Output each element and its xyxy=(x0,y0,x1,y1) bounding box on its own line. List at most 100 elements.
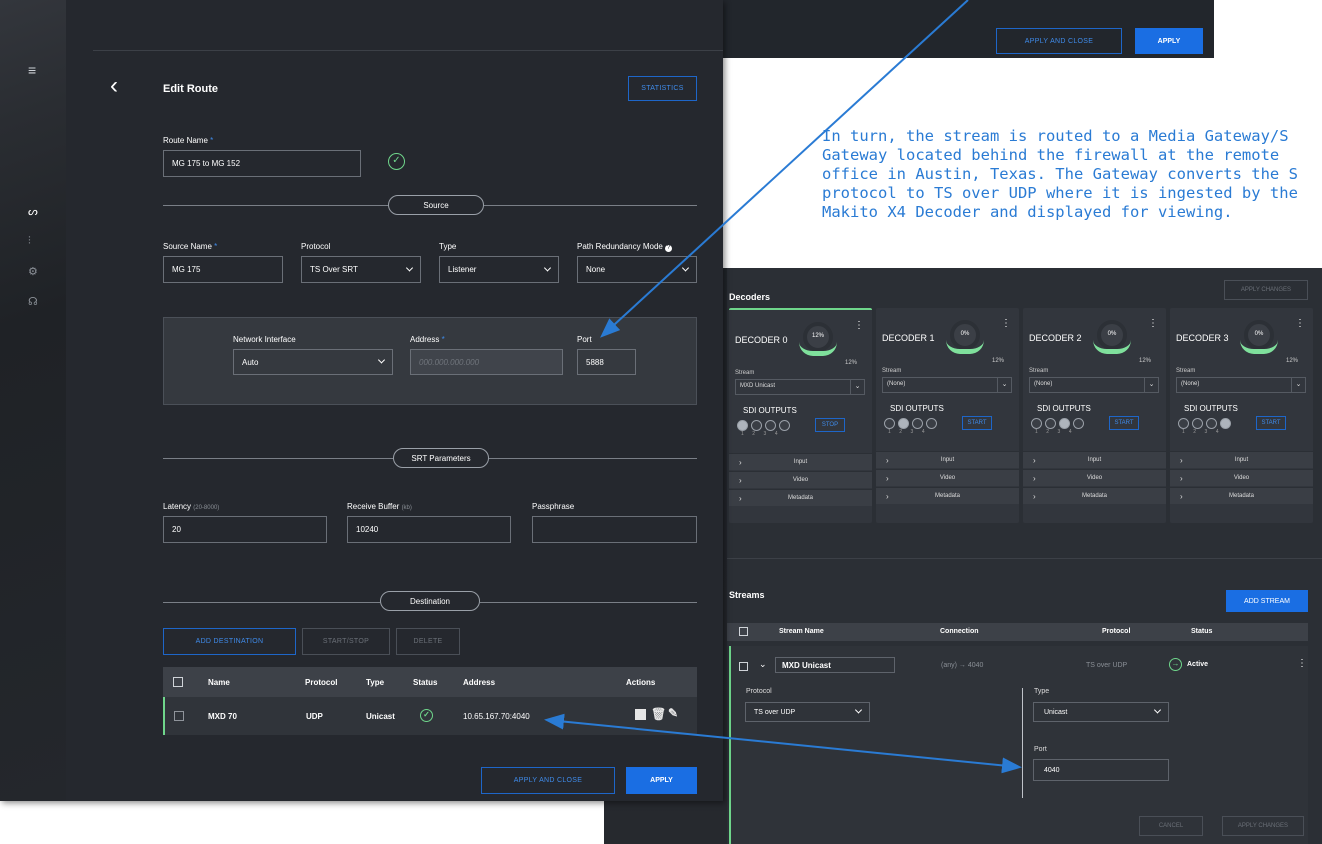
add-stream-button[interactable]: ADD STREAM xyxy=(1226,590,1308,612)
start-stop-button[interactable]: START xyxy=(962,416,992,430)
decoder-name: DECODER 1 xyxy=(882,333,935,343)
start-stop-button[interactable]: START xyxy=(1256,416,1286,430)
back-icon[interactable]: ‹ xyxy=(110,72,118,100)
start-stop-button[interactable]: START xyxy=(1109,416,1139,430)
stream-select[interactable]: (None) ⌄ xyxy=(1176,377,1306,393)
stop-icon[interactable] xyxy=(635,709,646,720)
accordion-item[interactable]: › Metadata xyxy=(876,487,1019,504)
accordion-item[interactable]: › Input xyxy=(1023,451,1166,468)
destination-pill: Destination xyxy=(380,591,480,611)
sdi-output-dot[interactable] xyxy=(1031,418,1042,429)
sdi-output-dot[interactable] xyxy=(779,420,790,431)
sdi-output-dot[interactable] xyxy=(912,418,923,429)
source-name-field[interactable]: MG 175 xyxy=(163,256,283,283)
start-stop-button[interactable]: STOP xyxy=(815,418,845,432)
decoder-card: ⋮ DECODER 0 12% 12% Stream MXD Unicast ⌄ SDI OU… xyxy=(729,308,872,523)
accordion-item[interactable]: › Video xyxy=(1023,469,1166,486)
sdi-output-dot[interactable] xyxy=(1073,418,1084,429)
type-select-value: Listener xyxy=(448,265,477,274)
collapse-chevron-icon[interactable]: ⌄ xyxy=(759,659,767,670)
accordion-item[interactable]: › Video xyxy=(1170,469,1313,486)
sdi-output-dot[interactable] xyxy=(765,420,776,431)
apply-and-close-button[interactable]: APPLY AND CLOSE xyxy=(996,28,1122,54)
stream-label: Stream xyxy=(735,370,755,376)
cancel-button[interactable]: CANCEL xyxy=(1139,816,1203,836)
stream-name-field[interactable]: MXD Unicast xyxy=(775,657,895,673)
sdi-output-dot[interactable] xyxy=(884,418,895,429)
receive-buffer-field[interactable]: 10240 xyxy=(347,516,511,543)
accordion-label: Video xyxy=(792,477,809,483)
apply-button[interactable]: APPLY xyxy=(626,767,697,794)
sdi-output-dot[interactable] xyxy=(1178,418,1189,429)
sdi-output-dot[interactable] xyxy=(898,418,909,429)
row-checkbox[interactable] xyxy=(739,662,748,671)
accordion-item[interactable]: › Metadata xyxy=(729,489,872,506)
type-select[interactable]: Unicast xyxy=(1033,702,1169,722)
support-icon[interactable]: ☊ xyxy=(28,295,38,308)
table-row[interactable]: MXD 70 UDP Unicast ✓ 10.65.167.70:4040 🗑… xyxy=(163,697,697,735)
protocol-select[interactable]: TS Over SRT xyxy=(301,256,421,283)
stream-select[interactable]: MXD Unicast ⌄ xyxy=(735,379,865,395)
chevron-down-icon xyxy=(1153,706,1162,714)
network-interface-select[interactable]: Auto xyxy=(233,349,393,375)
sdi-output-dot[interactable] xyxy=(1220,418,1231,429)
usage-percent: 0% xyxy=(1107,331,1117,337)
route-name-field[interactable]: MG 175 to MG 152 xyxy=(163,150,361,177)
accordion-item[interactable]: › Input xyxy=(1170,451,1313,468)
add-destination-button[interactable]: ADD DESTINATION xyxy=(163,628,296,655)
sliders-icon[interactable]: ⫶ xyxy=(28,235,31,248)
sdi-output-dot[interactable] xyxy=(737,420,748,431)
latency-field[interactable]: 20 xyxy=(163,516,327,543)
menu-icon[interactable]: ≡ xyxy=(28,62,36,78)
apply-changes-button[interactable]: APPLY CHANGES xyxy=(1222,816,1304,836)
address-field[interactable]: 000.000.000.000 xyxy=(410,349,563,375)
explanation-line: In turn, the stream is routed to a Media… xyxy=(822,127,1289,145)
usage-percent-secondary: 12% xyxy=(1286,358,1299,364)
statistics-button[interactable]: STATISTICS xyxy=(628,76,697,101)
start-stop-button[interactable]: START/STOP xyxy=(302,628,390,655)
more-icon[interactable]: ⋮ xyxy=(1148,318,1158,329)
apply-and-close-button[interactable]: APPLY AND CLOSE xyxy=(481,767,615,794)
sdi-output-dot[interactable] xyxy=(926,418,937,429)
latency-label: Latency (20-8000) xyxy=(163,502,219,511)
accordion-item[interactable]: › Metadata xyxy=(1023,487,1166,504)
decoders-title: Decoders xyxy=(729,292,771,302)
stream-select[interactable]: (None) ⌄ xyxy=(1029,377,1159,393)
sdi-output-dot[interactable] xyxy=(1045,418,1056,429)
port-field[interactable]: 4040 xyxy=(1033,759,1169,781)
apply-button[interactable]: APPLY xyxy=(1135,28,1203,54)
more-icon[interactable]: ⋮ xyxy=(854,320,864,331)
stream-select[interactable]: (None) ⌄ xyxy=(882,377,1012,393)
stream-connection: (any) → 4040 xyxy=(941,662,984,669)
sdi-output-dot[interactable] xyxy=(1059,418,1070,429)
sdi-output-dot[interactable] xyxy=(1206,418,1217,429)
gear-icon[interactable]: ⚙ xyxy=(28,265,38,278)
accordion-item[interactable]: › Input xyxy=(876,451,1019,468)
port-field[interactable]: 5888 xyxy=(577,349,636,375)
path-redundancy-select[interactable]: None xyxy=(577,256,697,283)
accordion-label: Video xyxy=(939,475,956,481)
select-all-checkbox[interactable] xyxy=(739,627,748,636)
accordion-item[interactable]: › Video xyxy=(876,469,1019,486)
apply-changes-button[interactable]: APPLY CHANGES xyxy=(1224,280,1308,300)
header-actions: Actions xyxy=(626,678,656,687)
trash-icon[interactable]: 🗑 xyxy=(651,707,666,721)
routes-icon[interactable]: ᔕ xyxy=(28,205,38,218)
accordion-item[interactable]: › Input xyxy=(729,453,872,470)
type-select[interactable]: Listener xyxy=(439,256,559,283)
sdi-output-dot[interactable] xyxy=(751,420,762,431)
accordion-item[interactable]: › Metadata xyxy=(1170,487,1313,504)
more-icon[interactable]: ⋮ xyxy=(1295,318,1305,329)
sdi-output-dot[interactable] xyxy=(1192,418,1203,429)
vertical-divider xyxy=(1022,688,1023,798)
help-icon[interactable]: ? xyxy=(665,245,673,252)
row-checkbox[interactable] xyxy=(174,711,184,721)
accordion-item[interactable]: › Video xyxy=(729,471,872,488)
more-icon[interactable]: ⋮ xyxy=(1001,318,1011,329)
pencil-icon[interactable]: ✎ xyxy=(668,706,678,720)
select-all-checkbox[interactable] xyxy=(173,677,183,687)
protocol-select[interactable]: TS over UDP xyxy=(745,702,870,722)
more-icon[interactable]: ⋮ xyxy=(1297,658,1307,669)
delete-button[interactable]: DELETE xyxy=(396,628,460,655)
passphrase-field[interactable] xyxy=(532,516,697,543)
